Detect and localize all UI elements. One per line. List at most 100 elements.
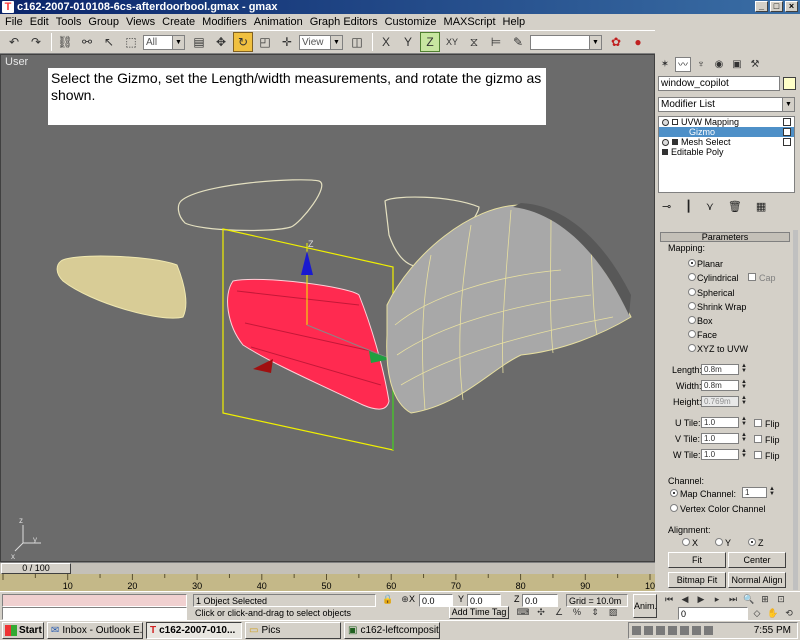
- w-flip-checkbox[interactable]: [754, 451, 762, 459]
- spinner-arrows-icon[interactable]: ▲ ▼: [769, 486, 775, 498]
- vertex-color-channel-radio[interactable]: [670, 504, 678, 512]
- width-spinner[interactable]: 0.8m: [701, 380, 739, 391]
- display-tab-icon[interactable]: ▣: [729, 57, 745, 72]
- tray-network-icon[interactable]: [632, 626, 641, 635]
- link-icon[interactable]: ⛓: [55, 32, 75, 52]
- use-pivot-icon[interactable]: ◫: [347, 32, 367, 52]
- menu-group[interactable]: Group: [86, 16, 124, 28]
- minimize-button[interactable]: _: [755, 1, 768, 12]
- go-to-start-icon[interactable]: ⏮: [662, 593, 676, 607]
- height-spinner[interactable]: 0.769m: [701, 396, 739, 407]
- stack-item-mesh-select[interactable]: Mesh Select: [659, 137, 794, 147]
- motion-tab-icon[interactable]: ◉: [711, 57, 727, 72]
- select-object-icon[interactable]: ↖: [99, 32, 119, 52]
- utilities-tab-icon[interactable]: ⚒: [747, 57, 763, 72]
- spinner-arrows-icon[interactable]: ▲ ▼: [741, 416, 747, 428]
- field-of-view-icon[interactable]: ◇: [750, 607, 764, 621]
- stack-item-gizmo[interactable]: Gizmo: [659, 127, 794, 137]
- mapping-spherical-radio[interactable]: [688, 288, 696, 296]
- add-time-tag-button[interactable]: Add Time Tag: [449, 606, 509, 619]
- stack-item-toggle[interactable]: [783, 138, 791, 146]
- previous-frame-icon[interactable]: ◀: [678, 593, 692, 607]
- restrict-xy-button[interactable]: XY: [442, 32, 462, 52]
- stack-item-uvw-mapping[interactable]: UVW Mapping: [659, 117, 794, 127]
- pan-icon[interactable]: ✋: [766, 607, 780, 621]
- zoom-icon[interactable]: 🔍: [742, 593, 756, 607]
- percent-snap-icon[interactable]: %: [570, 606, 584, 620]
- unlink-icon[interactable]: ⚯: [77, 32, 97, 52]
- align-icon[interactable]: ⊨: [486, 32, 506, 52]
- spinner-arrows-icon[interactable]: ▲ ▼: [741, 395, 747, 407]
- material-editor-icon[interactable]: ✿: [606, 32, 626, 52]
- animate-button[interactable]: Anim.: [633, 594, 657, 618]
- modifier-list-dropdown[interactable]: Modifier List ▼: [658, 97, 795, 112]
- next-frame-icon[interactable]: ▸: [710, 593, 724, 607]
- remove-modifier-icon[interactable]: 🗑: [728, 200, 742, 213]
- user-viewport[interactable]: User Z Y z: [0, 54, 655, 562]
- render-icon[interactable]: ●: [628, 32, 648, 52]
- stack-item-toggle[interactable]: [783, 118, 791, 126]
- go-to-end-icon[interactable]: ⏭: [726, 593, 740, 607]
- create-tab-icon[interactable]: ✶: [657, 57, 673, 72]
- command-panel-scrollbar[interactable]: [793, 230, 798, 590]
- trackbar[interactable]: 10 20 30 40 50 60 70 80 90 100: [0, 574, 660, 591]
- lock-selection-icon[interactable]: 🔒: [381, 593, 395, 607]
- angle-snap-icon[interactable]: ∠: [552, 606, 566, 620]
- move-icon[interactable]: ✥: [211, 32, 231, 52]
- zoom-all-icon[interactable]: ⊞: [758, 593, 772, 607]
- restrict-x-button[interactable]: X: [376, 32, 396, 52]
- length-spinner[interactable]: 0.8m: [701, 364, 739, 375]
- named-selection-dropdown[interactable]: ▼: [530, 34, 602, 50]
- parameters-rollout-header[interactable]: Parameters: [660, 232, 790, 242]
- tray-printer-icon[interactable]: [680, 626, 689, 635]
- lightbulb-icon[interactable]: [662, 118, 669, 126]
- start-button[interactable]: Start: [2, 622, 44, 639]
- crossing-selection-icon[interactable]: ▨: [606, 606, 620, 620]
- redo-icon[interactable]: ↷: [26, 32, 46, 52]
- selection-filter-dropdown[interactable]: All ▼: [143, 34, 185, 50]
- mapping-planar-radio[interactable]: [688, 259, 696, 267]
- mirror-icon[interactable]: ⧖: [464, 32, 484, 52]
- menu-tools[interactable]: Tools: [54, 16, 87, 28]
- w-tile-spinner[interactable]: 1.0: [701, 449, 739, 460]
- spinner-arrows-icon[interactable]: ▲ ▼: [741, 448, 747, 460]
- center-button[interactable]: Center: [728, 552, 786, 568]
- arc-rotate-icon[interactable]: ⟲: [782, 607, 796, 621]
- pin-stack-icon[interactable]: ⊸: [662, 200, 671, 213]
- region-select-icon[interactable]: ⬚: [121, 32, 141, 52]
- maxscript-listener-mini[interactable]: [2, 594, 187, 607]
- task-pics[interactable]: ▭ Pics: [245, 622, 341, 639]
- task-composite[interactable]: ▣ c162-leftcomposit...: [344, 622, 440, 639]
- undo-icon[interactable]: ↶: [4, 32, 24, 52]
- object-color-swatch[interactable]: [783, 77, 796, 90]
- gmax-app-icon[interactable]: T: [2, 1, 14, 13]
- u-flip-checkbox[interactable]: [754, 419, 762, 427]
- align-y-radio[interactable]: [715, 538, 723, 546]
- stack-item-editable-poly[interactable]: Editable Poly: [659, 147, 794, 157]
- tray-volume-icon[interactable]: [644, 626, 653, 635]
- expand-icon[interactable]: [662, 149, 668, 155]
- time-slider[interactable]: 0 / 100: [0, 562, 655, 574]
- viewport-scene[interactable]: Z Y z y x: [1, 55, 655, 562]
- maxscript-input[interactable]: [2, 607, 187, 620]
- mapping-face-radio[interactable]: [688, 330, 696, 338]
- menu-customize[interactable]: Customize: [383, 16, 442, 28]
- tray-update-icon[interactable]: [692, 626, 701, 635]
- menu-modifiers[interactable]: Modifiers: [200, 16, 252, 28]
- rotate-icon[interactable]: ↻: [233, 32, 253, 52]
- make-unique-icon[interactable]: ⋎: [706, 200, 714, 213]
- spinner-arrows-icon[interactable]: ▲ ▼: [741, 363, 747, 375]
- menu-create[interactable]: Create: [160, 16, 200, 28]
- snap-icon[interactable]: ✎: [508, 32, 528, 52]
- menu-edit[interactable]: Edit: [28, 16, 54, 28]
- cap-checkbox[interactable]: [748, 273, 756, 281]
- menu-file[interactable]: File: [3, 16, 28, 28]
- align-x-radio[interactable]: [682, 538, 690, 546]
- map-channel-spinner[interactable]: 1: [742, 487, 767, 498]
- restrict-y-button[interactable]: Y: [398, 32, 418, 52]
- align-z-radio[interactable]: [748, 538, 756, 546]
- menu-help[interactable]: Help: [501, 16, 531, 28]
- snap-toggle-icon[interactable]: ✣: [534, 606, 548, 620]
- time-slider-thumb[interactable]: 0 / 100: [1, 563, 71, 574]
- menu-maxscript[interactable]: MAXScript: [442, 16, 501, 28]
